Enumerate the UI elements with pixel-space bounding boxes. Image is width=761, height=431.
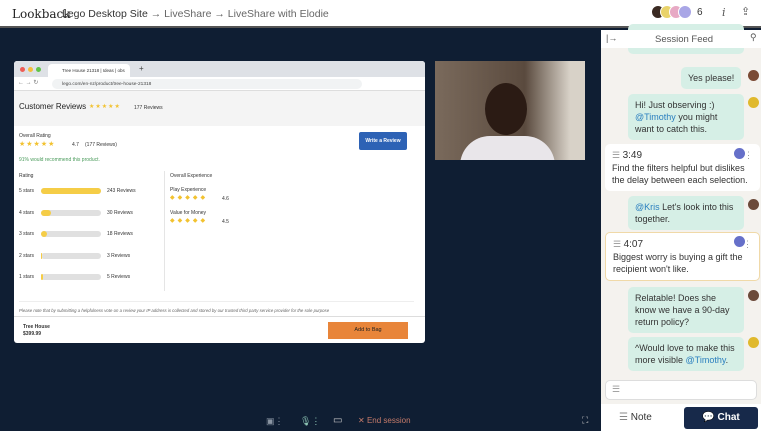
play-stars-icon: ◆◆◆◆◆ [170,195,209,201]
chat-message: Hi! Just observing :) @Timothy you might… [628,94,744,140]
shared-screen: Tree House 21318 | Ideas | obs + ← → ↻ l… [14,61,425,343]
rating-count: 30 Reviews [107,209,133,216]
share-icon[interactable]: ⇪ [741,5,750,18]
session-feed: take notes? |→ Session Feed ⚲ Yes please… [601,24,761,431]
rating-label: 4 stars [19,209,35,216]
avatar [748,70,759,81]
camera-off-icon[interactable]: ▣⋮ [266,416,284,427]
avatar [678,5,692,19]
rating-label: 3 stars [19,231,35,237]
rating-bar [41,209,101,216]
rating-count: 18 Reviews [107,231,133,237]
avatar [748,97,759,108]
browser-tab[interactable]: Tree House 21318 | Ideas | obs [48,64,130,77]
value-stars-icon: ◆◆◆◆◆ [170,218,209,224]
rating-count: 5 Reviews [107,274,131,280]
nav-icons[interactable]: ← → ↻ [18,79,38,86]
fullscreen-icon[interactable]: ⛶ [582,415,588,426]
feed-title: Session Feed [655,34,714,45]
write-review-button[interactable]: Write a Review [359,132,407,150]
overall-stars-icon: ★★★★★ [19,141,56,148]
breadcrumb-liveshare[interactable]: LiveShare [164,8,211,20]
note-icon: ☰ [613,239,622,249]
url-bar[interactable]: lego.com/en-nz/product/tree-house-21318 [52,79,362,89]
rating-label: 5 stars [19,188,35,194]
avatar [734,236,745,247]
microphone-icon[interactable]: 🎙⋮ [300,416,320,427]
rating-count: 243 Reviews [107,188,136,194]
breadcrumb-session: LiveShare with Elodie [227,8,329,20]
new-tab-icon[interactable]: + [139,64,144,73]
breadcrumb: Lego Desktop Site → LiveShare → LiveShar… [62,8,329,20]
chat-message: Relatable! Does she know we have a 90-da… [628,287,744,333]
info-icon[interactable]: i [722,6,726,19]
stars-icon: ★★★★★ [89,104,121,110]
collapse-panel-icon[interactable]: |→ [606,33,617,43]
end-session-button[interactable]: ✕ End session [358,416,411,425]
rating-bar [41,252,101,259]
note-input[interactable]: ☰ [605,380,757,400]
rating-bar [41,274,101,280]
chat-bubble-icon: 💬 [702,412,715,423]
add-to-bag-button[interactable]: Add to Bag [328,322,408,339]
rating-count: 3 Reviews [107,252,131,259]
rating-label: 1 stars [19,274,35,280]
breadcrumb-project[interactable]: Lego Desktop Site [62,8,148,20]
reviews-title: Customer Reviews [19,102,87,111]
chat-tab[interactable]: 💬 Chat [684,407,758,429]
note-tab[interactable]: ☰ Note [619,412,652,423]
participant-count[interactable]: 6 [697,7,703,18]
note-icon: ☰ [612,150,621,160]
chat-message: ^Would love to make this more visible @T… [628,337,744,371]
participant-webcam [435,61,585,160]
chat-message: @Kris Let's look into this together. [628,196,744,230]
screen-share-icon[interactable]: ▭ [333,415,342,426]
filter-icon[interactable]: ⚲ [750,32,757,43]
chat-message: Yes please! [681,67,742,89]
rating-bar [41,188,101,194]
avatar [748,290,759,301]
avatar [748,199,759,210]
rating-label: 2 stars [19,252,35,259]
rating-bar [41,231,101,237]
avatar [748,337,759,348]
avatar [734,148,745,159]
